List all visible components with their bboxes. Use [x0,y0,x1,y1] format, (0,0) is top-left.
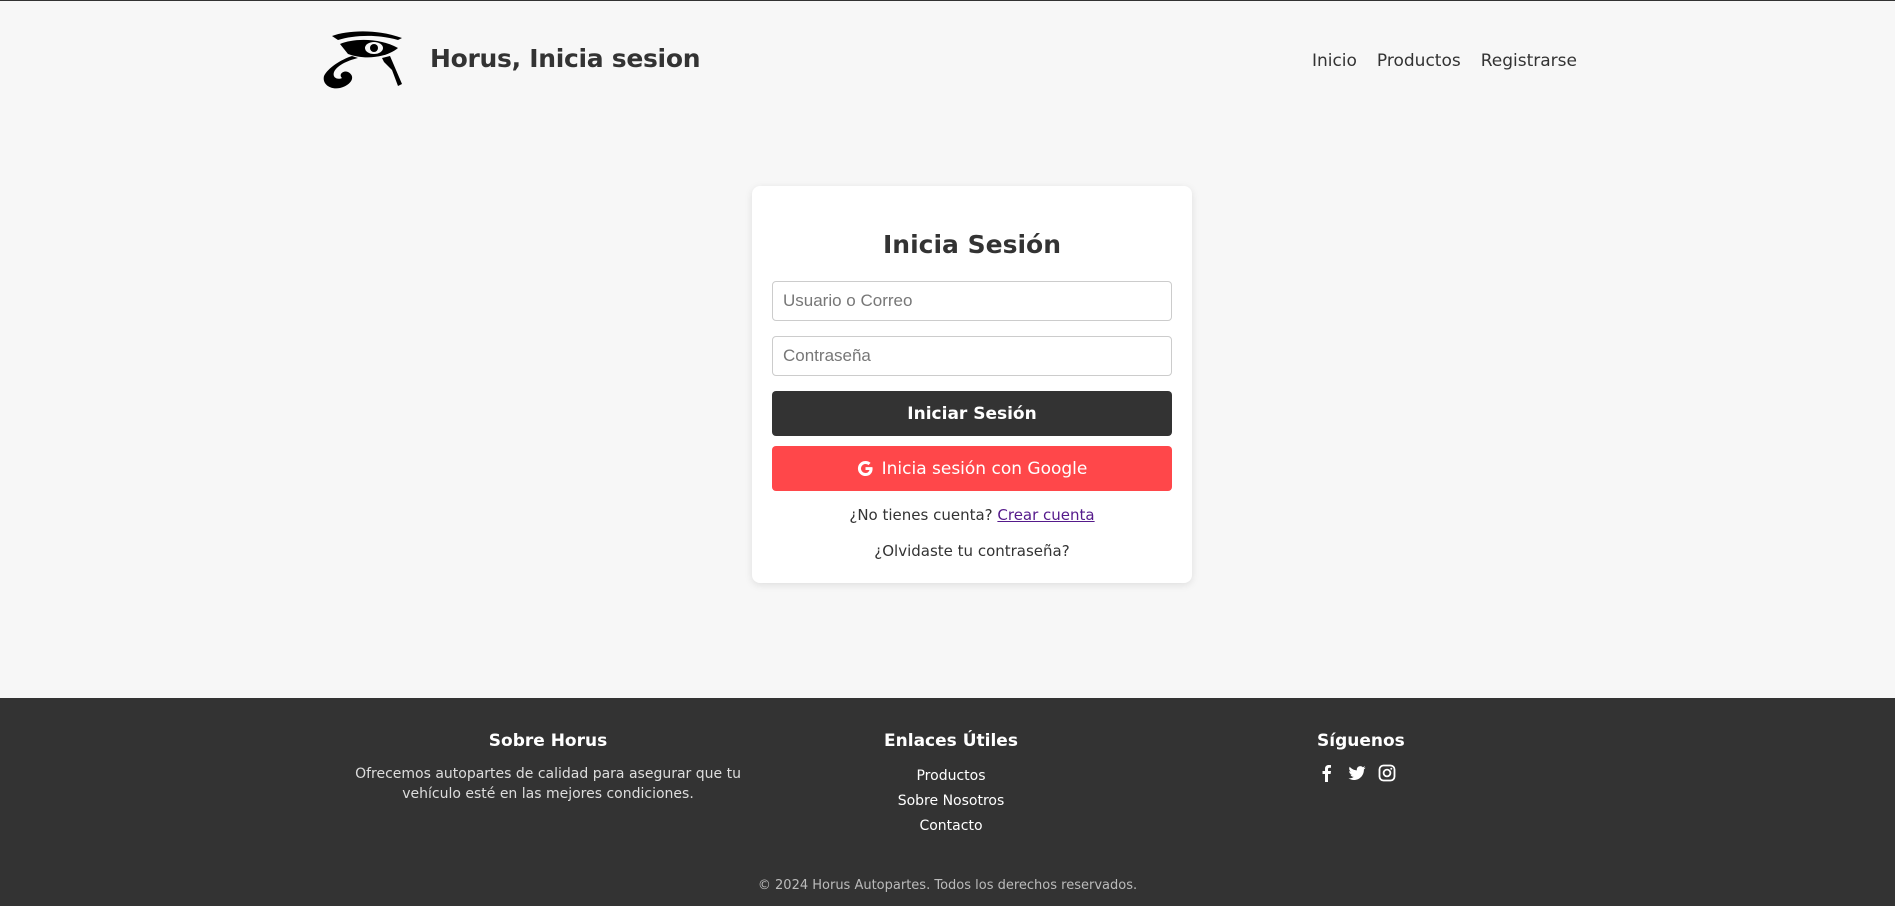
google-icon [857,460,873,477]
facebook-icon[interactable] [1318,764,1336,782]
footer-link-productos[interactable]: Productos [851,764,1051,789]
site-footer: Sobre Horus Ofrecemos autopartes de cali… [0,698,1895,906]
site-title: Horus, Inicia sesion [430,44,701,73]
username-input[interactable] [772,281,1172,321]
login-button[interactable]: Iniciar Sesión [772,391,1172,436]
footer-about-text: Ofrecemos autopartes de calidad para ase… [355,766,741,802]
password-input[interactable] [772,336,1172,376]
main-nav: Inicio Productos Registrarse [1312,51,1577,71]
social-icons [1318,764,1400,782]
google-button-label: Inicia sesión con Google [881,458,1088,479]
twitter-icon[interactable] [1348,764,1366,782]
footer-link-sobre-nosotros[interactable]: Sobre Nosotros [851,789,1051,814]
google-login-button[interactable]: Inicia sesión con Google [772,446,1172,491]
instagram-icon[interactable] [1378,764,1396,782]
login-title: Inicia Sesión [882,230,1061,259]
footer-links-title: Enlaces Útiles [884,731,1018,751]
site-header: Horus, Inicia sesion Inicio Productos Re… [0,0,1895,124]
signup-prompt: ¿No tienes cuenta? Crear cuenta [752,506,1192,524]
footer-link-contacto[interactable]: Contacto [851,814,1051,839]
footer-social: Síguenos [1310,731,1405,782]
nav-productos[interactable]: Productos [1377,51,1461,71]
footer-links: Enlaces Útiles Productos Sobre Nosotros … [851,731,1051,839]
create-account-link[interactable]: Crear cuenta [997,506,1094,524]
eye-of-horus-logo-icon [323,31,402,89]
footer-social-title: Síguenos [1317,731,1405,751]
nav-inicio[interactable]: Inicio [1312,51,1357,71]
forgot-password-link[interactable]: ¿Olvidaste tu contraseña? [752,542,1192,560]
login-card: Inicia Sesión Iniciar Sesión Inicia sesi… [752,186,1192,583]
footer-about: Sobre Horus Ofrecemos autopartes de cali… [350,731,746,804]
login-button-label: Iniciar Sesión [907,403,1037,424]
no-account-text: ¿No tienes cuenta? [849,506,993,524]
nav-registrarse[interactable]: Registrarse [1481,51,1577,71]
footer-about-title: Sobre Horus [488,731,608,751]
copyright-text: © 2024 Horus Autopartes. Todos los derec… [757,878,1138,893]
